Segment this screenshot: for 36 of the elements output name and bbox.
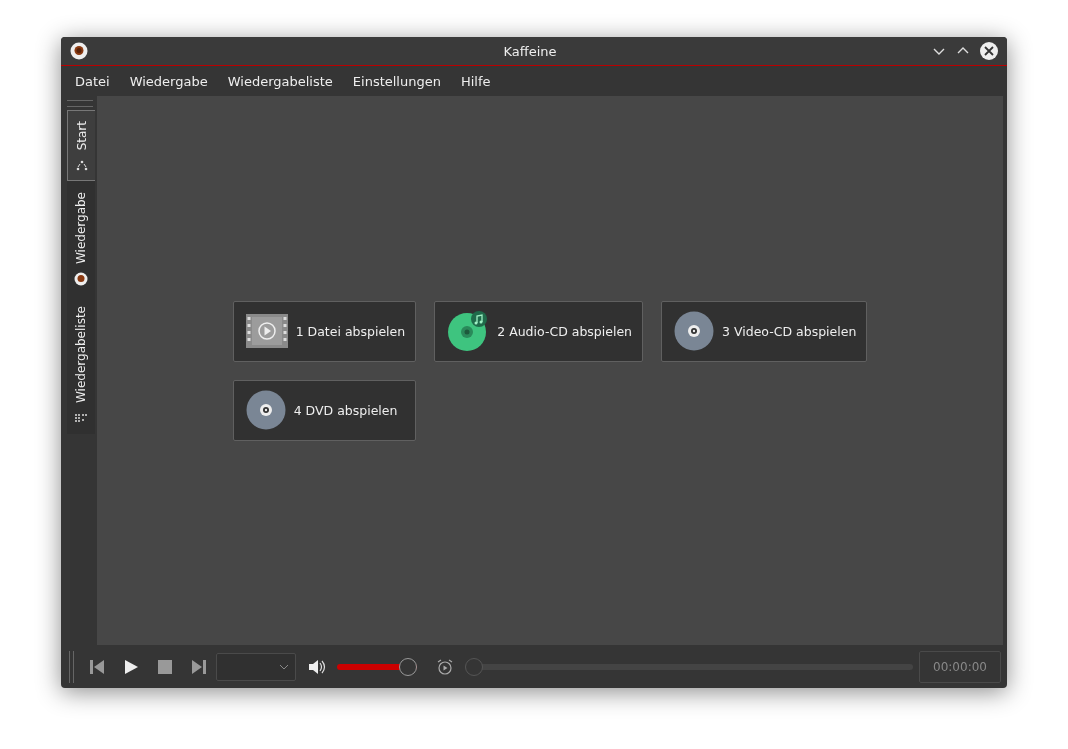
menu-item[interactable]: Wiedergabeliste [217, 73, 343, 89]
menu-item[interactable]: Einstellungen [342, 73, 451, 89]
skip-forward-icon[interactable] [191, 658, 207, 675]
coffee-cup-icon [70, 42, 88, 60]
speaker-icon[interactable] [308, 657, 326, 676]
start-button[interactable]: 2 Audio-CD abspielen [434, 300, 644, 362]
start-button[interactable]: 1 Datei abspielen [232, 300, 417, 362]
window-title: Kaffeine [502, 43, 558, 59]
time-display: 00:00:00 [919, 650, 1001, 683]
dropdown-field[interactable] [216, 652, 296, 681]
maximize-icon[interactable] [956, 46, 970, 56]
chevron-down-icon [279, 663, 289, 670]
skip-back-icon[interactable] [89, 658, 105, 675]
music-disc-icon [447, 310, 490, 352]
minimize-icon[interactable] [932, 46, 946, 56]
side-tab[interactable]: Wiedergabe [67, 181, 95, 296]
dots-icon [74, 158, 89, 173]
disc-icon [245, 390, 286, 430]
menu-item[interactable]: Wiedergabe [119, 73, 218, 89]
seek-slider[interactable] [465, 657, 913, 676]
start-button[interactable]: 4 DVD abspielen [232, 379, 417, 441]
start-button[interactable]: 3 Video-CD abspielen [661, 300, 868, 362]
drag-handle[interactable] [67, 100, 93, 107]
close-icon[interactable] [980, 42, 998, 60]
menu-item[interactable]: Hilfe [450, 73, 501, 89]
alarm-clock-icon[interactable] [436, 657, 454, 676]
play-icon[interactable] [123, 658, 139, 675]
coffee-cup-icon [74, 272, 88, 287]
menu-item[interactable]: Datei [65, 73, 120, 89]
disc-icon [674, 311, 715, 351]
drag-handle[interactable] [69, 650, 74, 683]
stop-icon[interactable] [157, 658, 173, 675]
film-play-icon [245, 314, 288, 348]
side-tab[interactable]: Start [67, 110, 95, 182]
volume-slider[interactable] [337, 657, 417, 676]
side-tab[interactable]: Wiedergabeliste [67, 295, 95, 435]
